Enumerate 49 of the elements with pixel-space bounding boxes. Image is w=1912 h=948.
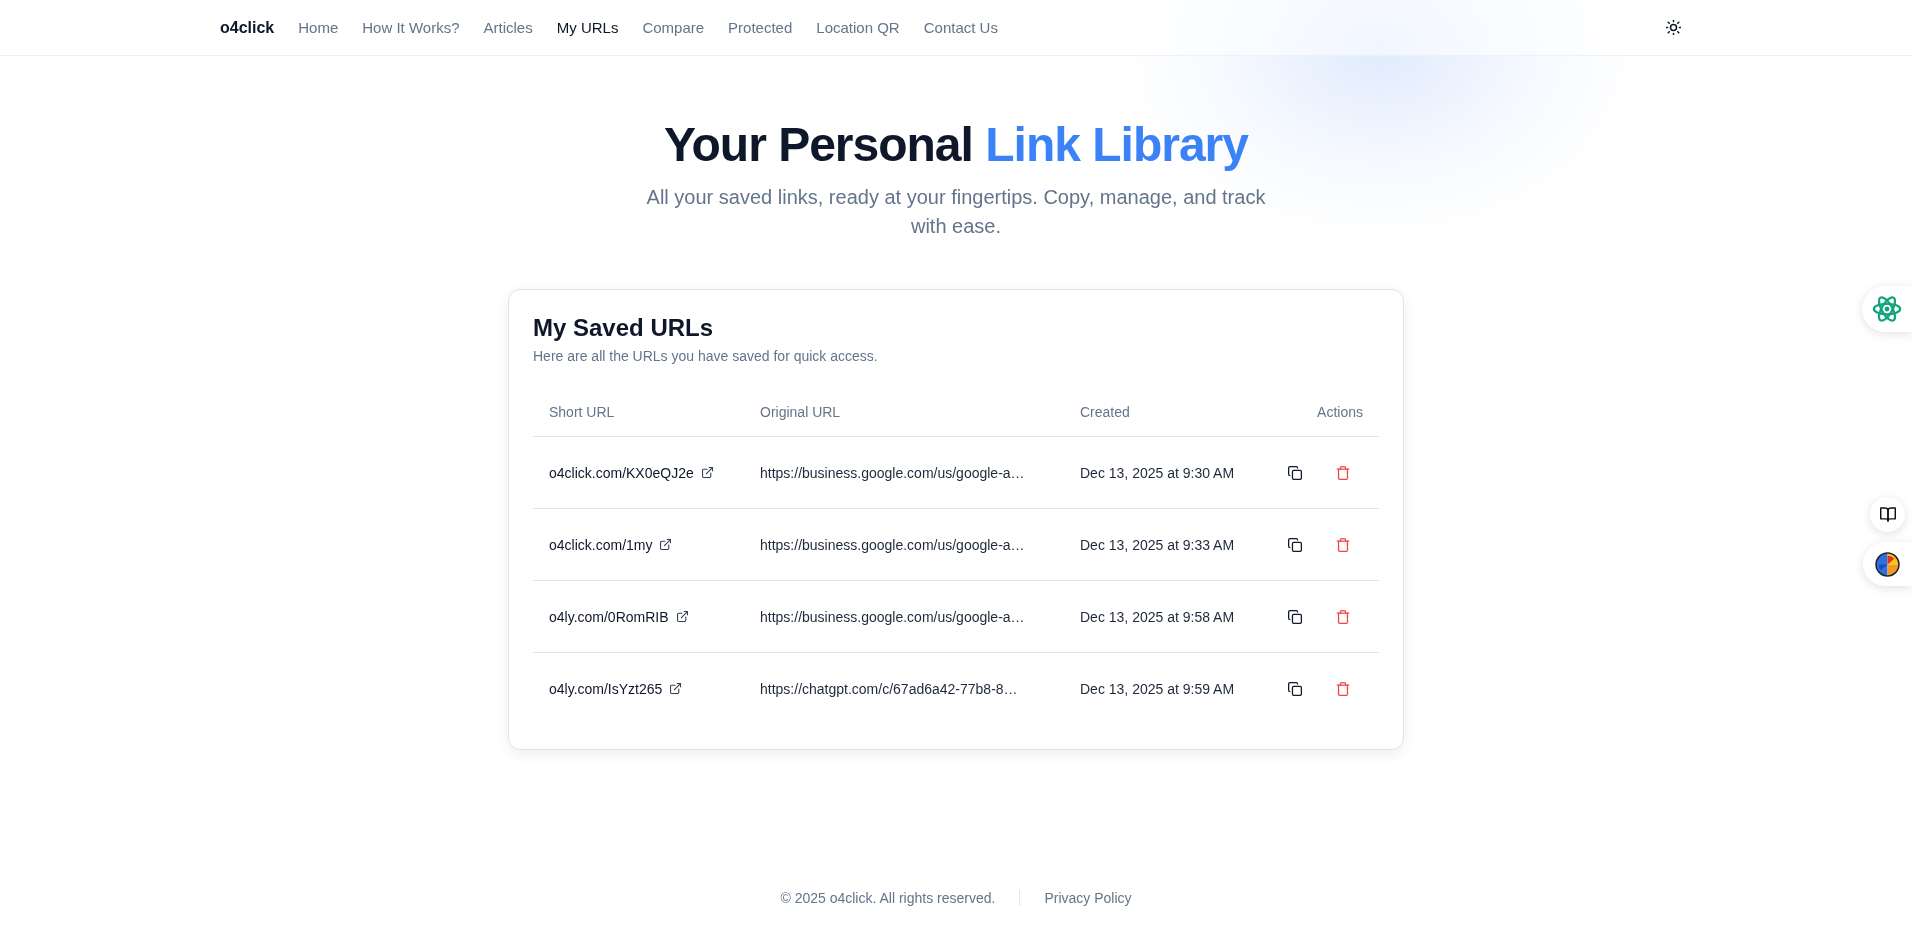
- original-url-text: https://business.google.com/us/google-a…: [760, 536, 1025, 553]
- nav-link[interactable]: Home: [298, 19, 339, 36]
- logo-link[interactable]: o4click: [220, 18, 275, 37]
- copy-icon: [1288, 465, 1302, 480]
- column-header: Short URL: [549, 404, 615, 420]
- trash-icon: [1336, 681, 1350, 696]
- copy-icon: [1288, 537, 1302, 552]
- trash-icon: [1336, 465, 1350, 480]
- nav-link[interactable]: Contact Us: [923, 19, 998, 36]
- created-date-text: Dec 13, 2025 at 9:33 AM: [1080, 536, 1235, 553]
- copy-icon: [1288, 609, 1302, 624]
- column-header: Original URL: [760, 404, 841, 420]
- original-url-text: https://chatgpt.com/c/67ad6a42-77b8-8…: [760, 680, 1018, 697]
- nav-link[interactable]: My URLs: [556, 19, 619, 36]
- created-date-text: Dec 13, 2025 at 9:58 AM: [1080, 608, 1235, 625]
- nav-link[interactable]: Protected: [728, 19, 793, 36]
- created-date-text: Dec 13, 2025 at 9:59 AM: [1080, 680, 1235, 697]
- copyright-text: © 2025 o4click. All rights reserved.: [780, 889, 996, 908]
- short-url-link[interactable]: o4click.com/1my: [549, 536, 672, 553]
- short-url-link[interactable]: o4click.com/KX0eQJ2e: [549, 464, 713, 481]
- footer-link[interactable]: Privacy Policy: [1044, 888, 1132, 908]
- original-url-text: https://business.google.com/us/google-a…: [760, 608, 1025, 625]
- short-url-link[interactable]: o4ly.com/IsYzt265: [549, 680, 682, 697]
- trash-icon: [1336, 537, 1350, 552]
- external-link-icon: [676, 611, 688, 622]
- color-wheel-icon: [1875, 551, 1900, 577]
- sun-icon: [1665, 20, 1681, 35]
- floating-button[interactable]: [1863, 542, 1912, 586]
- column-header: Created: [1080, 404, 1130, 420]
- book-icon: [1879, 507, 1896, 522]
- external-link-icon: [660, 539, 672, 550]
- nav-link[interactable]: Compare: [642, 19, 705, 36]
- nav-link[interactable]: Articles: [483, 19, 533, 36]
- nav-link[interactable]: Location QR: [816, 19, 900, 36]
- nav-link[interactable]: How It Works?: [362, 19, 460, 36]
- column-header: Actions: [1317, 404, 1363, 420]
- short-url-link[interactable]: o4ly.com/0RomRIB: [549, 608, 688, 625]
- atom-icon: [1872, 294, 1902, 324]
- card-title: My Saved URLs: [533, 314, 715, 342]
- trash-icon: [1336, 609, 1350, 624]
- created-date-text: Dec 13, 2025 at 9:30 AM: [1080, 464, 1235, 481]
- book-button[interactable]: [1870, 497, 1905, 532]
- external-link-icon: [701, 467, 713, 478]
- hero-title: Your Personal Link Library: [664, 118, 1248, 171]
- copy-icon: [1288, 681, 1302, 696]
- external-link-icon: [670, 683, 682, 695]
- original-url-text: https://business.google.com/us/google-a…: [760, 464, 1025, 481]
- card-subtitle: Here are all the URLs you have saved for quick access.: [533, 347, 879, 366]
- hero-subtitle: All your saved links, ready at your fingertips. Copy, manage, and track with ease.: [645, 185, 1267, 239]
